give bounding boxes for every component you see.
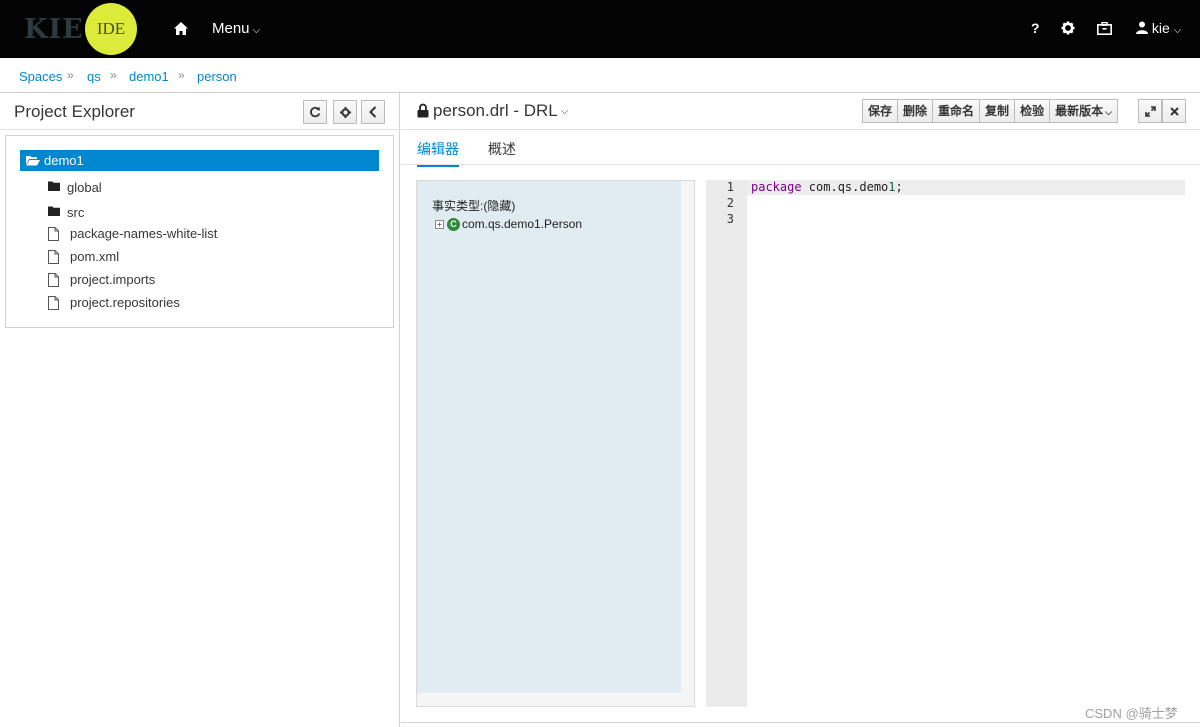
editor-title-label: person.drl - DRL <box>433 101 558 120</box>
breadcrumb-qs[interactable]: qs <box>87 69 101 84</box>
close-icon <box>1169 106 1179 116</box>
gear-icon <box>339 106 351 118</box>
line-number: 3 <box>726 212 734 226</box>
breadcrumb-separator-icon: » <box>67 68 74 82</box>
file-icon <box>48 273 59 287</box>
folder-icon <box>48 181 60 191</box>
file-icon <box>48 296 59 310</box>
user-name: kie <box>1151 20 1170 36</box>
divider <box>401 722 1200 723</box>
latest-version-dropdown[interactable]: 最新版本 ⌵ <box>1050 99 1118 123</box>
fact-types-title: 事实类型:(隐藏) <box>432 199 516 213</box>
breadcrumb-spaces[interactable]: Spaces <box>19 69 62 84</box>
expand-plus-icon[interactable]: + <box>435 219 444 229</box>
code-number: 1 <box>888 180 896 194</box>
save-button[interactable]: 保存 <box>862 99 899 123</box>
editor-panel: person.drl - DRL ⌵ 保存 删除 重命名 复制 检验 最新版本 ⌵ … <box>401 93 1200 727</box>
user-icon <box>1136 21 1148 34</box>
fact-types-panel: 事实类型:(隐藏) + C com.qs.demo1.Person <box>416 180 695 707</box>
editor-toolbar: 保存 删除 重命名 复制 检验 最新版本 ⌵ <box>862 99 1118 123</box>
folder-open-icon <box>26 156 40 166</box>
refresh-icon <box>310 106 321 118</box>
user-menu[interactable]: kie ⌵ <box>1136 20 1181 36</box>
chevron-down-icon: ⌵ <box>1105 107 1112 117</box>
watermark: CSDN @骑士梦 <box>1085 706 1178 721</box>
divider <box>401 129 1200 130</box>
chevron-left-icon <box>369 106 377 118</box>
editor-title-dropdown[interactable]: person.drl - DRL ⌵ <box>417 101 568 121</box>
tree-file-label: pom.xml <box>70 249 120 264</box>
fact-type-label: com.qs.demo1.Person <box>462 217 583 231</box>
divider <box>401 164 1200 165</box>
home-icon[interactable] <box>173 21 189 37</box>
copy-button[interactable]: 复制 <box>980 99 1016 123</box>
refresh-button[interactable] <box>303 100 327 124</box>
line-number-gutter: 1 2 3 <box>706 180 747 707</box>
rename-button[interactable]: 重命名 <box>933 99 981 123</box>
class-icon: C <box>447 217 460 231</box>
breadcrumb-separator-icon: » <box>178 68 185 82</box>
expand-icon <box>1144 105 1156 117</box>
code-keyword: package <box>751 180 802 194</box>
briefcase-icon[interactable] <box>1097 22 1112 35</box>
tree-file-label: package-names-white-list <box>70 226 218 241</box>
collapse-panel-button[interactable] <box>361 100 385 124</box>
delete-button[interactable]: 删除 <box>898 99 934 123</box>
kie-logo: KIE <box>24 14 84 45</box>
folder-icon <box>48 206 60 216</box>
tree-folder-label: src <box>67 205 85 220</box>
chevron-down-icon: ⌵ <box>1173 25 1182 36</box>
fact-types-list: 事实类型:(隐藏) + C com.qs.demo1.Person <box>417 181 681 693</box>
tab-overview[interactable]: 概述 <box>488 139 516 159</box>
tree-root-demo1[interactable]: demo1 <box>20 150 379 171</box>
project-explorer-title: Project Explorer <box>14 102 135 121</box>
chevron-down-icon: ⌵ <box>560 106 569 117</box>
menu-dropdown[interactable]: Menu ⌵ <box>212 20 260 37</box>
menu-label: Menu <box>212 20 250 37</box>
maximize-button[interactable] <box>1138 99 1162 123</box>
project-explorer-panel: Project Explorer demo1 global src packag… <box>0 93 400 727</box>
top-navbar: KIE IDE Menu ⌵ ? kie ⌵ <box>0 0 1200 58</box>
chevron-down-icon: ⌵ <box>252 25 261 36</box>
ide-logo: IDE <box>85 3 137 55</box>
tree-root-label: demo1 <box>44 153 84 168</box>
latest-version-label: 最新版本 <box>1055 104 1104 118</box>
divider <box>0 129 400 130</box>
file-icon <box>48 250 59 264</box>
tree-folder-label: global <box>67 180 102 195</box>
tree-file-label: project.repositories <box>70 295 180 310</box>
close-editor-button[interactable] <box>1162 99 1186 123</box>
file-icon <box>48 227 59 241</box>
tree-file-label: project.imports <box>70 272 156 287</box>
code-editor[interactable]: 1 2 3 package com.qs.demo1; <box>706 180 1186 707</box>
project-tree: demo1 global src package-names-white-lis… <box>5 135 394 328</box>
line-number: 2 <box>726 196 734 210</box>
breadcrumb: Spaces » qs » demo1 » person <box>0 58 1200 93</box>
breadcrumb-separator-icon: » <box>110 68 117 82</box>
code-text: com.qs.demo <box>801 180 889 194</box>
line-number: 1 <box>726 180 734 194</box>
validate-button[interactable]: 检验 <box>1015 99 1051 123</box>
code-line: package com.qs.demo1; <box>751 180 903 194</box>
gear-icon[interactable] <box>1061 21 1075 35</box>
breadcrumb-person[interactable]: person <box>197 69 237 84</box>
tab-editor[interactable]: 编辑器 <box>417 139 459 167</box>
explorer-settings-button[interactable] <box>333 100 357 124</box>
fact-type-item[interactable]: + C com.qs.demo1.Person <box>435 217 582 231</box>
breadcrumb-demo1[interactable]: demo1 <box>129 69 169 84</box>
lock-icon <box>417 103 429 118</box>
code-text: ; <box>895 180 903 194</box>
help-icon[interactable]: ? <box>1031 20 1040 36</box>
